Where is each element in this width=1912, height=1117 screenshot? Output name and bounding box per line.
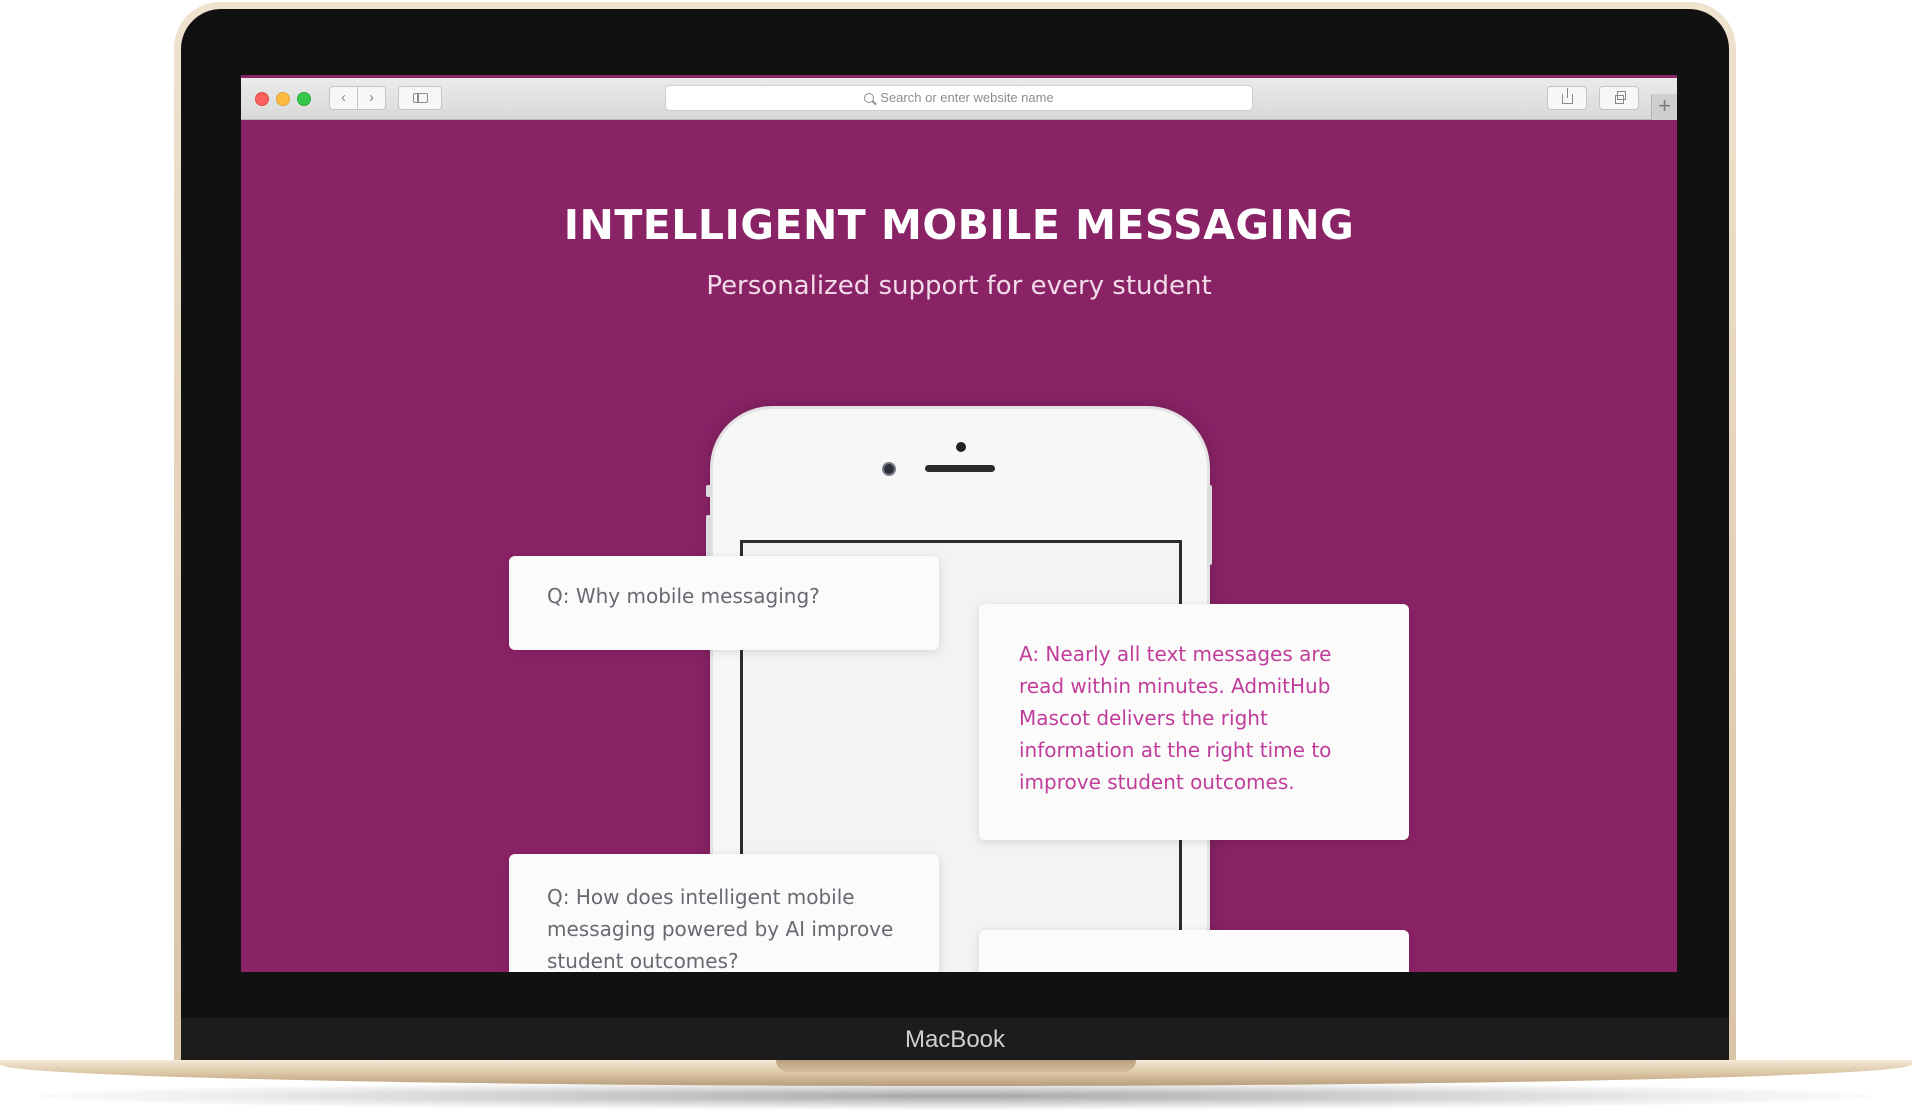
zoom-window-button[interactable] [297, 92, 311, 106]
phone-mute-switch [706, 485, 711, 497]
back-chevron-icon: ‹ [341, 89, 346, 106]
question-card: Q: How does intelligent mobile messaging… [509, 854, 939, 972]
browser-window: ‹ › Search or enter website name + INTEL… [241, 75, 1677, 972]
forward-chevron-icon: › [369, 89, 374, 106]
phone-speaker [925, 465, 995, 472]
browser-toolbar: ‹ › Search or enter website name + [241, 75, 1677, 120]
phone-power-button [1207, 485, 1212, 565]
page-title: INTELLIGENT MOBILE MESSAGING [563, 201, 1355, 249]
answer-text: A: Nearly all text messages are read wit… [1019, 642, 1332, 794]
question-text: Q: Why mobile messaging? [547, 584, 820, 608]
toolbar-accent-line [241, 75, 1677, 78]
device-brand-label: MacBook [904, 1026, 1006, 1053]
question-card: Q: Why mobile messaging? [509, 556, 939, 650]
phone-sensor [956, 442, 966, 452]
share-button[interactable] [1547, 86, 1587, 110]
plus-icon: + [1658, 93, 1671, 118]
sidebar-toggle-button[interactable] [398, 86, 442, 110]
sidebar-icon [413, 93, 428, 103]
answer-card: A: Nearly all text messages are read wit… [979, 604, 1409, 840]
new-tab-button[interactable]: + [1651, 94, 1677, 120]
laptop-shadow [40, 1082, 1872, 1110]
show-tabs-button[interactable] [1599, 86, 1639, 110]
search-icon [864, 93, 875, 103]
question-text: Q: How does intelligent mobile messaging… [547, 885, 894, 972]
address-bar[interactable]: Search or enter website name [665, 85, 1253, 111]
forward-button[interactable]: › [357, 86, 386, 110]
answer-card [979, 930, 1409, 972]
phone-camera [882, 462, 896, 476]
share-icon [1562, 88, 1573, 104]
close-window-button[interactable] [255, 92, 269, 106]
back-button[interactable]: ‹ [329, 86, 358, 110]
tabs-icon [1615, 91, 1626, 104]
laptop-base-notch [776, 1060, 1136, 1072]
page-subtitle: Personalized support for every student [706, 271, 1212, 301]
address-placeholder: Search or enter website name [880, 90, 1054, 105]
minimize-window-button[interactable] [276, 92, 290, 106]
